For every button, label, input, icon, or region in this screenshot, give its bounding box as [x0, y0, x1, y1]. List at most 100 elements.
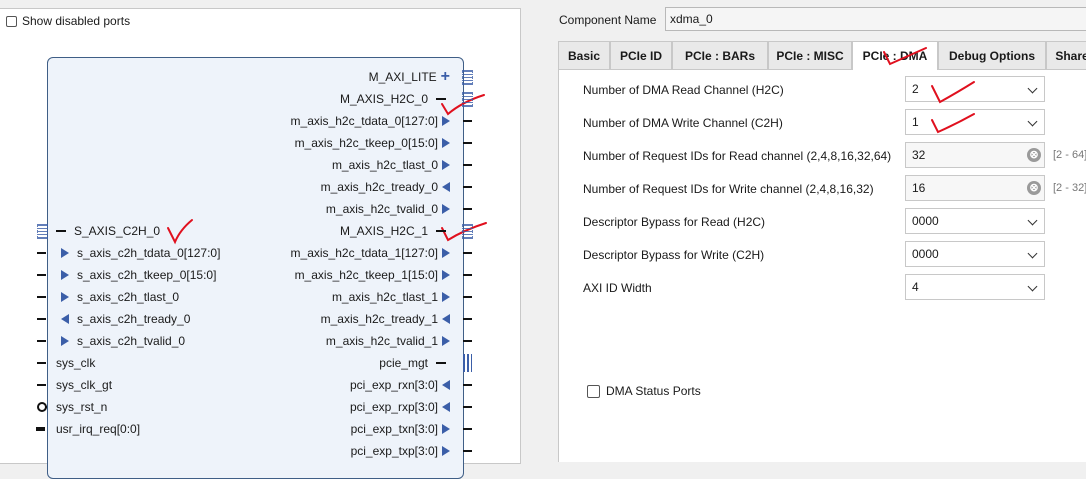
bus-interface-icon[interactable] — [462, 224, 473, 239]
pin-label: s_axis_c2h_tvalid_0 — [77, 334, 186, 348]
port-connector[interactable] — [463, 186, 472, 188]
chevron-down-icon[interactable] — [1027, 215, 1038, 226]
left-pin-0[interactable]: S_AXIS_C2H_0 — [56, 222, 160, 240]
port-connector[interactable] — [463, 406, 472, 408]
collapse-dash-icon — [56, 230, 66, 232]
pin-label: pci_exp_rxn[3:0] — [349, 378, 438, 392]
pin-label: m_axis_h2c_tlast_1 — [331, 290, 438, 304]
tab-pcie-bars[interactable]: PCIe : BARs — [672, 41, 768, 69]
output-arrow-icon — [442, 160, 450, 170]
left-pin-6[interactable]: sys_clk — [56, 354, 95, 372]
input-arrow-icon — [61, 292, 69, 302]
collapse-dash-icon[interactable] — [436, 98, 446, 100]
port-connector[interactable] — [463, 340, 472, 342]
port-connector[interactable] — [37, 318, 46, 320]
pin-label: m_axis_h2c_tkeep_1[15:0] — [294, 268, 438, 282]
bus-interface-icon[interactable] — [462, 92, 473, 107]
pin-label: m_axis_h2c_tvalid_1 — [325, 334, 438, 348]
right-pin-1[interactable]: M_AXIS_H2C_0 — [0, 90, 450, 108]
output-arrow-icon — [442, 424, 450, 434]
pin-label: s_axis_c2h_tdata_0[127:0] — [77, 246, 221, 260]
left-pin-4[interactable]: s_axis_c2h_tready_0 — [56, 310, 190, 328]
right-pin-3[interactable]: m_axis_h2c_tkeep_0[15:0] — [0, 134, 450, 152]
pin-label: pci_exp_txp[3:0] — [350, 444, 438, 458]
component-name-input[interactable]: xdma_0 — [665, 7, 1086, 31]
port-connector[interactable] — [37, 274, 46, 276]
tab-debug-options[interactable]: Debug Options — [938, 41, 1046, 69]
show-disabled-ports-checkbox[interactable]: Show disabled ports — [6, 14, 130, 28]
text-input[interactable]: 32 ⊗ — [905, 142, 1045, 168]
port-connector[interactable] — [37, 384, 46, 386]
input-arrow-icon — [442, 380, 450, 390]
dma-status-ports-label: DMA Status Ports — [606, 384, 701, 398]
field-value: 16 — [912, 181, 926, 195]
left-pin-7[interactable]: sys_clk_gt — [56, 376, 112, 394]
port-connector[interactable] — [463, 296, 472, 298]
collapse-dash-icon[interactable] — [436, 362, 446, 364]
bus-bundle-icon[interactable] — [463, 354, 472, 372]
left-pin-1[interactable]: s_axis_c2h_tdata_0[127:0] — [56, 244, 220, 262]
collapse-dash-icon[interactable] — [436, 230, 446, 232]
port-connector[interactable] — [463, 384, 472, 386]
left-pin-9[interactable]: usr_irq_req[0:0] — [56, 420, 140, 438]
checkbox-box[interactable] — [587, 385, 600, 399]
chevron-down-icon[interactable] — [1027, 281, 1038, 292]
tab-basic[interactable]: Basic — [558, 41, 610, 69]
output-arrow-icon — [442, 116, 450, 126]
tab-bar: Basic PCIe ID PCIe : BARs PCIe : MISC PCIe :… — [558, 41, 1086, 70]
bus-interface-icon[interactable] — [37, 224, 48, 239]
dma-status-ports-checkbox[interactable]: DMA Status Ports — [587, 384, 701, 399]
expand-plus-icon[interactable]: + — [441, 69, 450, 85]
input-arrow-icon — [442, 402, 450, 412]
bus-port-connector[interactable] — [36, 427, 45, 431]
port-connector[interactable] — [463, 318, 472, 320]
port-connector[interactable] — [37, 340, 46, 342]
port-connector[interactable] — [463, 164, 472, 166]
right-pin-5[interactable]: m_axis_h2c_tready_0 — [0, 178, 450, 196]
port-connector[interactable] — [37, 296, 46, 298]
port-connector[interactable] — [37, 362, 46, 364]
field-value: 32 — [912, 148, 926, 162]
text-input[interactable]: 16 ⊗ — [905, 175, 1045, 201]
bus-interface-icon[interactable] — [462, 70, 473, 85]
tab-share[interactable]: Share — [1046, 41, 1086, 69]
left-pin-3[interactable]: s_axis_c2h_tlast_0 — [56, 288, 179, 306]
pin-label: s_axis_c2h_tlast_0 — [77, 290, 180, 304]
tab-pcie-misc[interactable]: PCIe : MISC — [768, 41, 852, 69]
port-connector[interactable] — [463, 208, 472, 210]
dropdown-select[interactable]: 4 — [905, 274, 1045, 300]
left-pin-2[interactable]: s_axis_c2h_tkeep_0[15:0] — [56, 266, 216, 284]
output-arrow-icon — [442, 138, 450, 148]
clear-icon[interactable]: ⊗ — [1027, 148, 1041, 162]
right-pin-4[interactable]: m_axis_h2c_tlast_0 — [0, 156, 450, 174]
chevron-down-icon[interactable] — [1027, 83, 1038, 94]
port-connector[interactable] — [463, 428, 472, 430]
left-pin-5[interactable]: s_axis_c2h_tvalid_0 — [56, 332, 185, 350]
tab-pcie-id[interactable]: PCIe ID — [610, 41, 672, 69]
port-connector[interactable] — [463, 142, 472, 144]
port-connector[interactable] — [463, 450, 472, 452]
field-value: 4 — [912, 280, 919, 294]
dropdown-select[interactable]: 0000 — [905, 208, 1045, 234]
field-label: AXI ID Width — [583, 281, 652, 295]
dropdown-select[interactable]: 0000 — [905, 241, 1045, 267]
pin-label: S_AXIS_C2H_0 — [74, 224, 161, 238]
field-label: Number of Request IDs for Write channel … — [583, 182, 874, 196]
pin-label: sys_clk_gt — [56, 378, 113, 392]
pin-label: M_AXIS_H2C_0 — [339, 92, 428, 106]
pin-label: usr_irq_req[0:0] — [56, 422, 141, 436]
chevron-down-icon[interactable] — [1027, 248, 1038, 259]
port-connector[interactable] — [463, 274, 472, 276]
clear-icon[interactable]: ⊗ — [1027, 181, 1041, 195]
right-pin-6[interactable]: m_axis_h2c_tvalid_0 — [0, 200, 450, 218]
chevron-down-icon[interactable] — [1027, 116, 1038, 127]
port-connector[interactable] — [463, 252, 472, 254]
active-low-bubble-icon[interactable] — [37, 402, 47, 412]
right-pin-17[interactable]: pci_exp_txp[3:0] — [0, 442, 450, 460]
port-connector[interactable] — [37, 252, 46, 254]
left-pin-8[interactable]: sys_rst_n — [56, 398, 107, 416]
right-pin-2[interactable]: m_axis_h2c_tdata_0[127:0] — [0, 112, 450, 130]
right-pin-0[interactable]: M_AXI_LITE + — [0, 68, 450, 86]
checkbox-box[interactable] — [6, 16, 17, 28]
port-connector[interactable] — [463, 120, 472, 122]
